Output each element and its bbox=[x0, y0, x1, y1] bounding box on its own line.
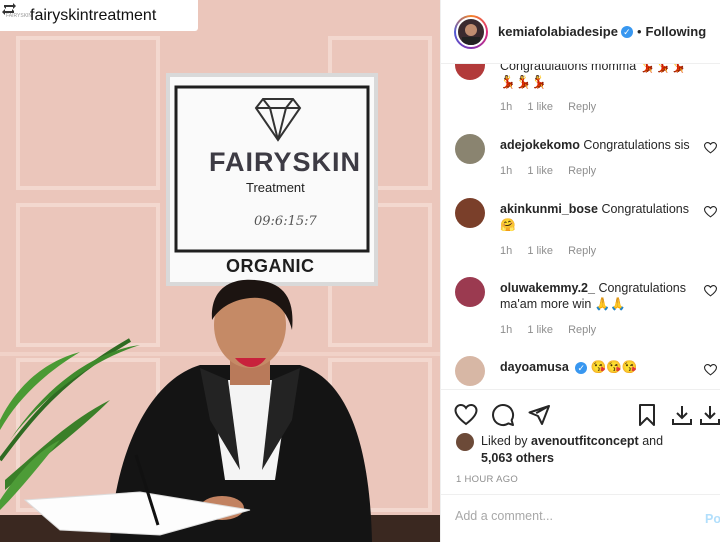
share-icon[interactable] bbox=[527, 403, 551, 427]
comment-meta: 1h 1 like Reply bbox=[500, 245, 608, 257]
repost-icon bbox=[2, 3, 16, 15]
comment-like-heart-icon[interactable] bbox=[704, 142, 717, 154]
comment-time: 1h bbox=[500, 324, 513, 336]
reply-button[interactable]: Reply bbox=[568, 101, 596, 113]
repost-username[interactable]: fairyskintreatment bbox=[30, 7, 156, 25]
comment-avatar[interactable] bbox=[455, 356, 485, 386]
comment-avatar[interactable] bbox=[455, 134, 485, 164]
comment-avatar[interactable] bbox=[455, 64, 485, 80]
comment-text: oluwakemmy.2_ Congratulations ma'am more… bbox=[500, 281, 686, 311]
comment-like-heart-icon[interactable] bbox=[704, 206, 717, 218]
likes-count[interactable]: 5,063 others bbox=[481, 451, 554, 465]
download-icon-2[interactable] bbox=[698, 403, 720, 427]
comment-avatar[interactable] bbox=[455, 277, 485, 307]
reply-button[interactable]: Reply bbox=[568, 165, 596, 177]
photo-scene bbox=[0, 0, 440, 542]
comment-like-heart-icon[interactable] bbox=[704, 285, 717, 297]
reply-button[interactable]: Reply bbox=[568, 245, 596, 257]
comment-text: akinkunmi_bose Congratulations 🤗 bbox=[500, 202, 689, 232]
post-comment-button[interactable]: Post bbox=[705, 512, 720, 526]
header-separator: • bbox=[636, 24, 642, 39]
comment-likes[interactable]: 1 like bbox=[527, 165, 553, 177]
post-timestamp[interactable]: 1 HOUR AGO bbox=[456, 474, 518, 485]
comment-icon[interactable] bbox=[491, 403, 515, 427]
comment-time: 1h bbox=[500, 101, 513, 113]
likes-prefix: Liked by bbox=[481, 434, 528, 448]
comment-time: 1h bbox=[500, 165, 513, 177]
liker-avatar[interactable] bbox=[456, 433, 474, 451]
repost-tag[interactable]: FAIRYSKIN fairyskintreatment bbox=[0, 0, 198, 31]
comment-likes[interactable]: 1 like bbox=[527, 324, 553, 336]
add-comment-bar: Post bbox=[441, 494, 720, 542]
post-header: kemiafolabiadesipe ✓ • Following bbox=[441, 0, 720, 64]
comment-like-heart-icon[interactable] bbox=[704, 364, 717, 376]
post-photo[interactable]: FAIRYSKIN Treatment 09:6:15:7 ORGANIC FA… bbox=[0, 0, 440, 542]
comment-text: adejokekomo Congratulations sis bbox=[500, 138, 690, 152]
sign-subtitle: Treatment bbox=[246, 180, 305, 195]
sign-code: 09:6:15:7 bbox=[254, 214, 317, 229]
sign-brand: FAIRYSKIN bbox=[209, 147, 362, 177]
comment-likes[interactable]: 1 like bbox=[527, 245, 553, 257]
download-icon[interactable] bbox=[670, 403, 694, 427]
comment-meta: 1h 1 like Reply bbox=[500, 101, 608, 113]
comment-likes[interactable]: 1 like bbox=[527, 101, 553, 113]
comment-meta: 1h 1 like Reply bbox=[500, 324, 608, 336]
comment-avatar[interactable] bbox=[455, 198, 485, 228]
reply-button[interactable]: Reply bbox=[568, 324, 596, 336]
liker-username[interactable]: avenoutfitconcept bbox=[531, 434, 639, 448]
profile-avatar[interactable] bbox=[454, 14, 488, 49]
header-username[interactable]: kemiafolabiadesipe bbox=[498, 24, 618, 39]
sign-organic-label: ORGANIC bbox=[226, 256, 315, 276]
comment-text: dayoamusa ✓ 😘😘😘 bbox=[500, 360, 638, 374]
bookmark-icon[interactable] bbox=[635, 403, 659, 427]
comment-time: 1h bbox=[500, 245, 513, 257]
likes-suffix: and bbox=[642, 434, 664, 448]
verified-badge-icon: ✓ bbox=[575, 362, 588, 374]
post-side-panel: kemiafolabiadesipe ✓ • Following Congrat… bbox=[440, 0, 720, 542]
comment-meta: 1h 1 like Reply bbox=[500, 165, 608, 177]
heart-icon[interactable] bbox=[454, 403, 478, 427]
comment-input[interactable] bbox=[455, 509, 685, 523]
comments-list[interactable]: Congratulations momma 💃💃💃 💃💃💃 1h 1 like … bbox=[441, 64, 720, 389]
comment-text: Congratulations momma 💃💃💃 💃💃💃 bbox=[500, 64, 687, 89]
following-button[interactable]: Following bbox=[646, 24, 707, 39]
verified-badge-icon: ✓ bbox=[620, 25, 633, 38]
